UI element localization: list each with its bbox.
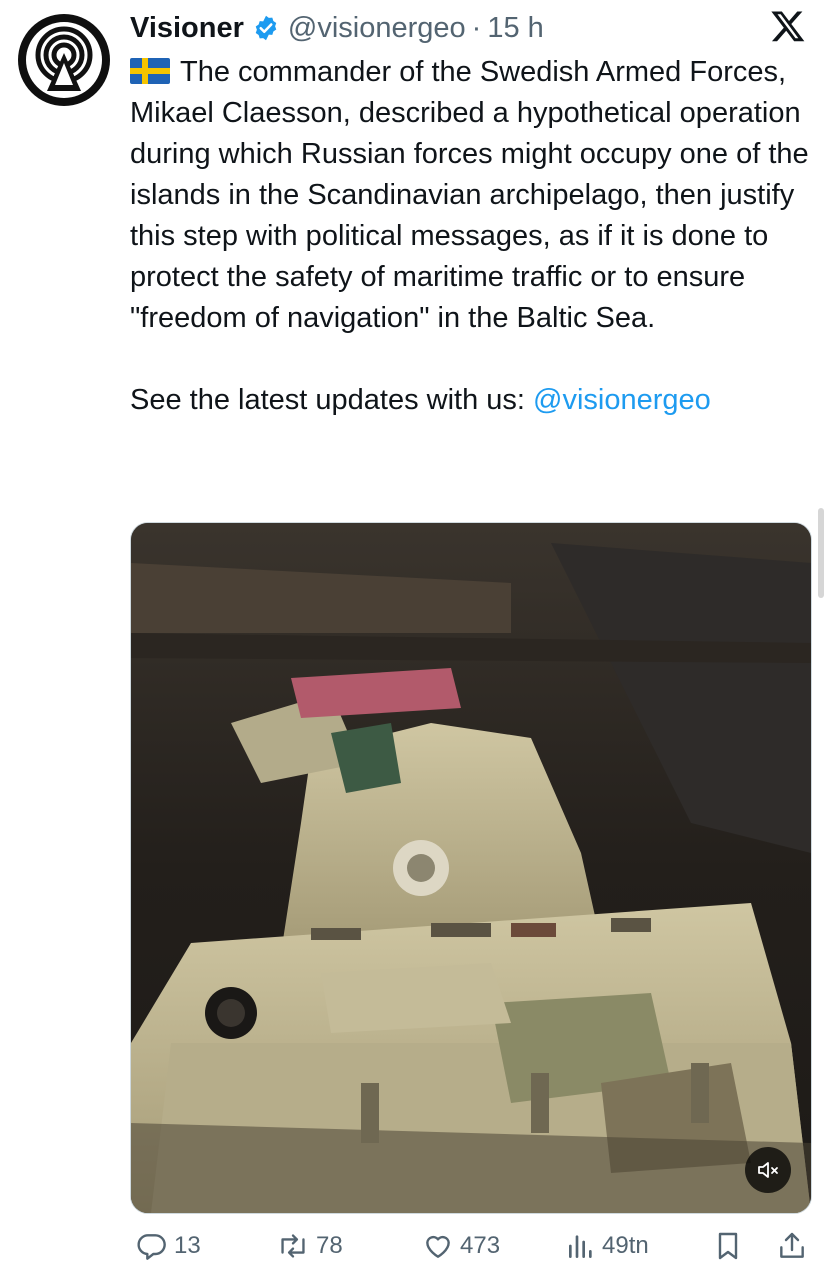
x-logo-icon [770, 8, 806, 44]
mention-link[interactable]: @visionergeo [533, 384, 711, 416]
verified-badge-icon [252, 14, 280, 42]
user-handle[interactable]: @visionergeo [288, 12, 466, 45]
reply-button[interactable]: 13 [130, 1230, 201, 1262]
share-button[interactable] [770, 1230, 808, 1262]
mute-icon [756, 1158, 780, 1182]
share-icon [776, 1230, 808, 1262]
bookmark-button[interactable] [706, 1230, 744, 1262]
display-name[interactable]: Visioner [130, 12, 244, 45]
like-button[interactable]: 473 [416, 1230, 500, 1262]
broadcast-tower-icon [26, 22, 102, 98]
tweet-cta: See the latest updates with us: @visione… [130, 380, 820, 421]
scrollbar[interactable] [818, 508, 824, 598]
views-count: 49tn [602, 1232, 649, 1259]
tweet-text: The commander of the Swedish Armed Force… [130, 52, 820, 421]
like-count: 473 [460, 1232, 501, 1259]
sweden-flag-icon [130, 55, 170, 84]
bookmark-icon [712, 1230, 744, 1262]
repost-button[interactable]: 78 [270, 1230, 343, 1262]
tweet-body: The commander of the Swedish Armed Force… [130, 52, 820, 339]
tweet-cta-text: See the latest updates with us: [130, 384, 534, 416]
separator-dot: · [471, 11, 482, 44]
repost-count: 78 [316, 1232, 343, 1259]
reply-count: 13 [174, 1232, 201, 1259]
views-icon [566, 1230, 596, 1262]
action-bar: 13 78 473 49tn [130, 1226, 810, 1266]
avatar[interactable] [18, 14, 110, 106]
reply-icon [136, 1230, 168, 1262]
tweet-header: Visioner @visionergeo · 15 h [130, 8, 544, 48]
views-button[interactable]: 49tn [560, 1230, 649, 1262]
repost-icon [276, 1230, 310, 1262]
heart-icon [422, 1230, 454, 1262]
video-player[interactable] [130, 522, 812, 1214]
mute-button[interactable] [745, 1147, 791, 1193]
timestamp[interactable]: 15 h [487, 12, 543, 45]
armored-vehicle-image [131, 523, 811, 1213]
tweet-body-text: The commander of the Swedish Armed Force… [130, 56, 809, 334]
